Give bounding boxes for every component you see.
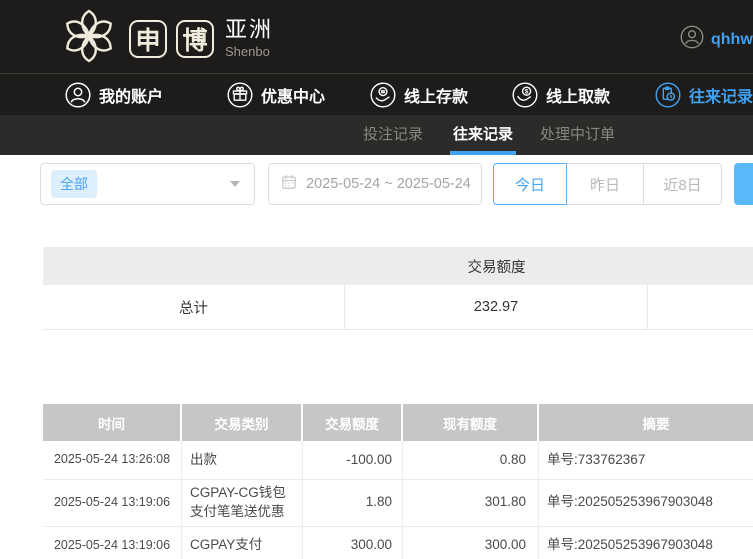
summary-header-label: 交易额度 (345, 256, 648, 277)
nav-item-online-deposit[interactable]: 线上存款 (370, 74, 468, 115)
column-header-time: 时间 (43, 404, 182, 441)
person-icon (65, 82, 91, 108)
table-row: 2025-05-24 13:19:06CGPAY-CG钱包支付笔笔送优惠1.80… (43, 480, 753, 527)
table-cell: CGPAY-CG钱包支付笔笔送优惠 (182, 480, 303, 526)
table-cell: 单号:202505253967903048 (539, 527, 753, 559)
date-range-value: 2025-05-24 ~ 2025-05-24 (306, 176, 471, 192)
table-cell: 2025-05-24 13:19:06 (43, 527, 182, 559)
clipboard-clock-icon (655, 82, 681, 108)
gift-icon (227, 82, 253, 108)
tab-bet-records[interactable]: 投注记录 (363, 115, 423, 155)
summary-total-row: 总计 232.97 (43, 285, 753, 330)
logo-flower-icon (58, 5, 120, 72)
brand-logo[interactable]: 申 博 亚洲 Shenbo (58, 5, 273, 72)
brand-char-box-1: 申 (129, 20, 167, 58)
transactions-body: 2025-05-24 13:26:08出款-100.000.80单号:73376… (43, 441, 753, 559)
deposit-hand-coin-icon (370, 82, 396, 108)
table-cell: -100.00 (303, 441, 403, 479)
summary-header-row: 交易额度 (43, 247, 753, 285)
brand-char-box-2: 博 (176, 20, 214, 58)
type-filter-select[interactable]: 全部 (40, 163, 255, 205)
column-header-balance: 现有额度 (403, 404, 539, 441)
nav-label: 线上存款 (404, 83, 468, 107)
table-header-row: 时间 交易类别 交易额度 现有额度 摘要 (43, 404, 753, 441)
table-cell: 301.80 (403, 480, 539, 526)
nav-item-transaction-records[interactable]: 往来记录 (655, 74, 753, 115)
column-header-summary: 摘要 (539, 404, 753, 441)
nav-item-promo-center[interactable]: 优惠中心 (227, 74, 325, 115)
table-cell: 300.00 (303, 527, 403, 559)
table-row: 2025-05-24 13:19:06CGPAY支付300.00300.00单号… (43, 527, 753, 559)
quick-date-filter-group: 今日 昨日 近8日 (493, 163, 722, 205)
search-button[interactable] (734, 163, 753, 205)
tab-transaction-records[interactable]: 往来记录 (453, 115, 513, 155)
table-row: 2025-05-24 13:26:08出款-100.000.80单号:73376… (43, 441, 753, 480)
date-range-input[interactable]: 2025-05-24 ~ 2025-05-24 (268, 163, 482, 205)
username: qhhw (711, 31, 753, 49)
nav-label: 往来记录 (689, 83, 753, 107)
selected-type-chip: 全部 (51, 170, 97, 198)
brand-subtitle: Shenbo (225, 45, 273, 58)
content-area: 全部 2025-05-24 ~ 2025-05-24 今日 昨日 近8日 (0, 155, 753, 559)
user-avatar-icon (680, 25, 704, 54)
main-nav: 我的账户 优惠中心 (0, 73, 753, 115)
nav-label: 优惠中心 (261, 83, 325, 107)
nav-item-my-account[interactable]: 我的账户 (65, 74, 163, 115)
nav-label: 线上取款 (546, 83, 610, 107)
quick-filter-today[interactable]: 今日 (493, 163, 567, 205)
table-cell: 0.80 (403, 441, 539, 479)
calendar-icon (281, 174, 297, 194)
table-cell: 300.00 (403, 527, 539, 559)
summary-total-value: 232.97 (345, 285, 648, 329)
summary-empty-cell (648, 285, 753, 329)
svg-text:$: $ (525, 88, 529, 95)
summary-table: 交易额度 总计 232.97 (43, 247, 753, 330)
user-account[interactable]: qhhw (680, 25, 753, 54)
topbar: 申 博 亚洲 Shenbo qhhw (0, 0, 753, 73)
chevron-down-icon (230, 181, 240, 187)
table-cell: 单号:733762367 (539, 441, 753, 479)
table-cell: 2025-05-24 13:26:08 (43, 441, 182, 479)
page: 申 博 亚洲 Shenbo qhhw (0, 0, 753, 559)
brand-region: 亚洲 (225, 19, 273, 41)
quick-filter-last8days[interactable]: 近8日 (643, 163, 722, 205)
quick-filter-yesterday[interactable]: 昨日 (566, 163, 644, 205)
nav-item-online-withdraw[interactable]: $ 线上取款 (512, 74, 610, 115)
transactions-table: 时间 交易类别 交易额度 现有额度 摘要 2025-05-24 13:26:08… (43, 404, 753, 559)
tab-bar: 投注记录 往来记录 处理中订单 (0, 115, 753, 155)
table-cell: CGPAY支付 (182, 527, 303, 559)
table-cell: 2025-05-24 13:19:06 (43, 480, 182, 526)
table-cell: 出款 (182, 441, 303, 479)
withdraw-hand-coin-icon: $ (512, 82, 538, 108)
table-cell: 1.80 (303, 480, 403, 526)
column-header-amount: 交易额度 (303, 404, 403, 441)
summary-total-label: 总计 (43, 285, 345, 329)
column-header-type: 交易类别 (182, 404, 303, 441)
table-cell: 单号:202505253967903048 (539, 480, 753, 526)
tab-pending-orders[interactable]: 处理中订单 (540, 115, 615, 155)
nav-label: 我的账户 (99, 83, 163, 107)
